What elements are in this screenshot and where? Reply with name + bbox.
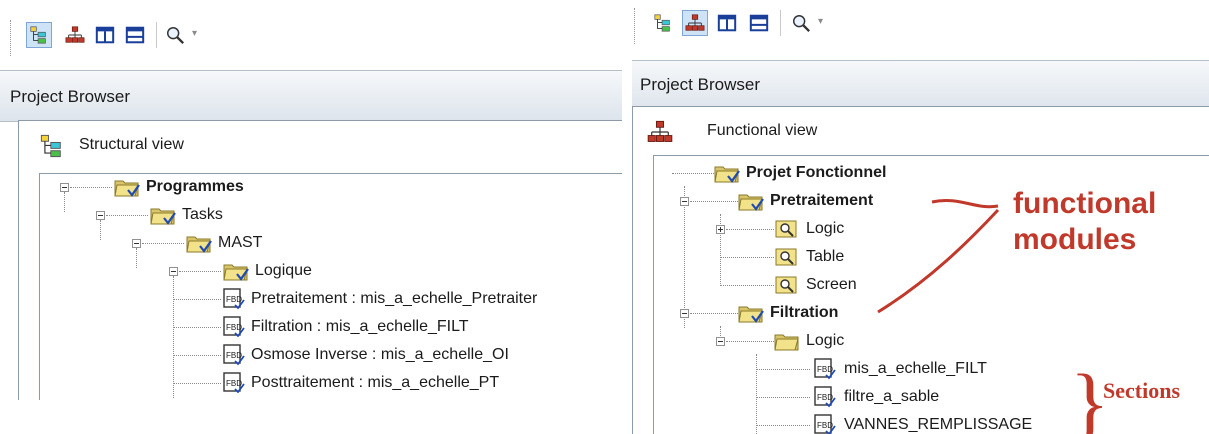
functional-modules-annotation: functional modules xyxy=(1013,186,1156,258)
annotation-line: modules xyxy=(1013,223,1137,256)
sections-annotation: Sections xyxy=(1103,378,1180,403)
annotation-line: functional xyxy=(1013,187,1157,220)
annotation-arrow-filtration xyxy=(877,208,1000,314)
annotation-arrow-pretraitement xyxy=(931,199,999,209)
